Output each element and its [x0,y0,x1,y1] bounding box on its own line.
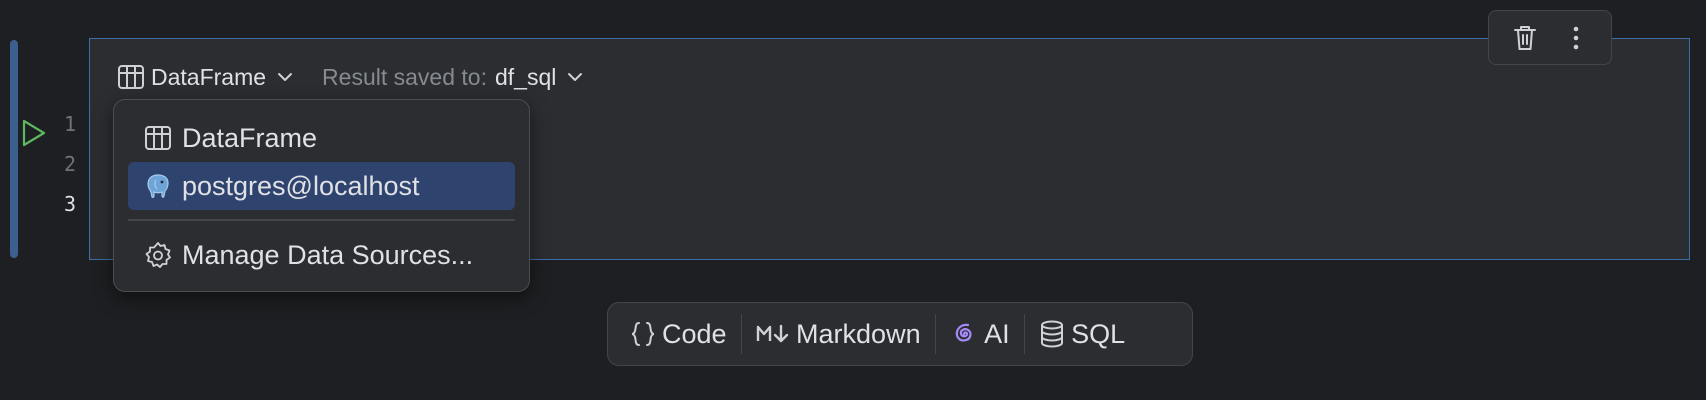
dropdown-item-postgres[interactable]: postgres@localhost [128,162,515,210]
chevron-down-icon [568,73,583,81]
table-icon [118,65,144,89]
more-vertical-icon [1573,26,1578,49]
cell-selection-bar[interactable] [10,40,18,258]
add-code-cell-button[interactable]: Code [608,303,741,365]
datasource-dropdown: DataFrame postgres@localhost Manage Data… [113,99,530,292]
cell-header: DataFrame Result saved to: df_sql [117,62,584,92]
add-markdown-label: Markdown [796,318,921,349]
delete-cell-button[interactable] [1508,21,1542,55]
add-cell-toolbar: Code Markdown AI SQL [607,302,1193,366]
play-icon [22,119,46,147]
trash-icon [1513,25,1536,50]
add-sql-cell-button[interactable]: SQL [1025,303,1139,365]
add-code-label: Code [662,318,727,349]
result-variable-name: df_sql [494,63,557,90]
cell-toolbar [1488,10,1612,65]
dropdown-item-manage-data-sources[interactable]: Manage Data Sources... [128,231,515,279]
output-type-label: DataFrame [151,63,267,90]
run-cell-button[interactable] [20,118,48,148]
line-number: 2 [64,152,77,176]
dropdown-separator [128,219,515,221]
add-ai-label: AI [984,318,1010,349]
dropdown-item-label: DataFrame [182,122,318,153]
add-markdown-cell-button[interactable]: Markdown [742,303,935,365]
add-sql-label: SQL [1071,318,1126,349]
more-options-button[interactable] [1559,21,1593,55]
database-icon [1041,320,1064,348]
result-saved-label: Result saved to: [322,63,487,90]
braces-icon [631,322,655,346]
chevron-down-icon [278,73,293,81]
line-number: 1 [64,112,77,136]
add-ai-cell-button[interactable]: AI [936,303,1024,365]
notebook-area: 1 2 3 DataFrame Result saved to: df_sql … [0,0,1706,400]
postgres-elephant-icon [147,174,169,199]
line-number-current: 3 [64,192,77,216]
table-icon [145,126,171,150]
gear-icon [145,242,171,268]
output-type-selector[interactable]: DataFrame [117,64,294,91]
result-variable-selector[interactable]: df_sql [487,64,584,91]
dropdown-item-label: postgres@localhost [182,170,420,201]
markdown-icon [756,324,789,343]
ai-spiral-icon [955,323,972,342]
dropdown-item-dataframe[interactable]: DataFrame [128,114,515,162]
dropdown-item-label: Manage Data Sources... [182,239,474,270]
